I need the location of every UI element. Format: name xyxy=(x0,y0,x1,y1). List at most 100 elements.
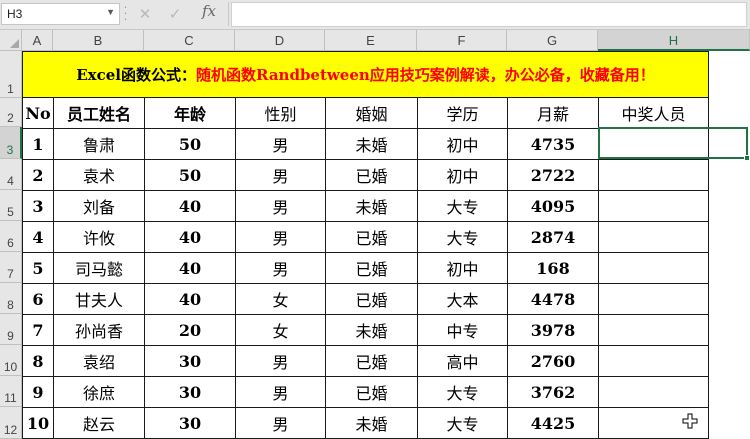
cell-marriage[interactable]: 未婚 xyxy=(325,407,418,439)
cell-salary[interactable]: 4478 xyxy=(507,283,599,315)
row-header-6[interactable]: 6 xyxy=(0,221,22,252)
cell-age[interactable]: 40 xyxy=(144,221,236,253)
cell-salary[interactable]: 4425 xyxy=(507,407,599,439)
cell-age[interactable]: 20 xyxy=(144,314,236,346)
header-education[interactable]: 学历 xyxy=(417,97,508,129)
cell-education[interactable]: 初中 xyxy=(417,159,508,191)
cell-education[interactable]: 初中 xyxy=(417,252,508,284)
chevron-down-icon[interactable]: ▼ xyxy=(106,7,115,17)
select-all-button[interactable] xyxy=(0,30,22,51)
cell-salary[interactable]: 4735 xyxy=(507,128,599,160)
cell-name[interactable]: 孙尚香 xyxy=(53,314,145,346)
cell-gender[interactable]: 男 xyxy=(235,252,326,284)
cell-gender[interactable]: 男 xyxy=(235,407,326,439)
column-header-b[interactable]: B xyxy=(53,30,144,51)
column-header-c[interactable]: C xyxy=(144,30,235,51)
cell-marriage[interactable]: 已婚 xyxy=(325,159,418,191)
cell-marriage[interactable]: 未婚 xyxy=(325,190,418,222)
cell-no[interactable]: 7 xyxy=(22,314,54,346)
cell-marriage[interactable]: 未婚 xyxy=(325,314,418,346)
cell-education[interactable]: 大专 xyxy=(417,221,508,253)
cell-education[interactable]: 大本 xyxy=(417,283,508,315)
cell-age[interactable]: 30 xyxy=(144,345,236,377)
row-header-5[interactable]: 5 xyxy=(0,190,22,221)
cell-gender[interactable]: 男 xyxy=(235,128,326,160)
cell-no[interactable]: 4 xyxy=(22,221,54,253)
cell-marriage[interactable]: 已婚 xyxy=(325,345,418,377)
column-header-h[interactable]: H xyxy=(598,30,750,51)
cell-name[interactable]: 赵云 xyxy=(53,407,145,439)
header-age[interactable]: 年龄 xyxy=(144,97,236,129)
cell-no[interactable]: 1 xyxy=(22,128,54,160)
formula-bar-resize-handle[interactable]: · · · xyxy=(121,2,130,25)
cell-no[interactable]: 6 xyxy=(22,283,54,315)
cell-winner[interactable] xyxy=(597,283,710,315)
cell-name[interactable]: 甘夫人 xyxy=(53,283,145,315)
cell-winner[interactable] xyxy=(597,314,710,346)
cell-age[interactable]: 40 xyxy=(144,190,236,222)
insert-function-icon[interactable]: fx xyxy=(196,2,222,26)
cell-marriage[interactable]: 已婚 xyxy=(325,283,418,315)
row-header-9[interactable]: 9 xyxy=(0,314,22,345)
cell-salary[interactable]: 3762 xyxy=(507,376,599,408)
cell-name[interactable]: 司马懿 xyxy=(53,252,145,284)
name-box[interactable]: H3 ▼ xyxy=(1,3,120,25)
column-header-d[interactable]: D xyxy=(235,30,325,51)
cell-marriage[interactable]: 已婚 xyxy=(325,376,418,408)
row-header-7[interactable]: 7 xyxy=(0,252,22,283)
cell-no[interactable]: 10 xyxy=(22,407,54,439)
cell-gender[interactable]: 女 xyxy=(235,314,326,346)
row-header-3[interactable]: 3 xyxy=(0,127,22,159)
cell-name[interactable]: 许攸 xyxy=(53,221,145,253)
cell-marriage[interactable]: 已婚 xyxy=(325,221,418,253)
cell-name[interactable]: 袁术 xyxy=(53,159,145,191)
cell-no[interactable]: 5 xyxy=(22,252,54,284)
cell-education[interactable]: 高中 xyxy=(417,345,508,377)
cell-name[interactable]: 徐庶 xyxy=(53,376,145,408)
cell-no[interactable]: 8 xyxy=(22,345,54,377)
cell-education[interactable]: 大专 xyxy=(417,376,508,408)
row-header-1[interactable]: 1 xyxy=(0,51,22,98)
cell-no[interactable]: 3 xyxy=(22,190,54,222)
cell-name[interactable]: 刘备 xyxy=(53,190,145,222)
column-header-f[interactable]: F xyxy=(417,30,507,51)
header-winner[interactable]: 中奖人员 xyxy=(597,97,710,129)
cell-education[interactable]: 初中 xyxy=(417,128,508,160)
row-header-10[interactable]: 10 xyxy=(0,345,22,376)
cell-winner[interactable] xyxy=(597,345,710,377)
cell-gender[interactable]: 男 xyxy=(235,221,326,253)
header-gender[interactable]: 性别 xyxy=(235,97,326,129)
column-header-g[interactable]: G xyxy=(507,30,598,51)
cell-salary[interactable]: 2722 xyxy=(507,159,599,191)
header-salary[interactable]: 月薪 xyxy=(507,97,599,129)
cell-marriage[interactable]: 未婚 xyxy=(325,128,418,160)
cell-age[interactable]: 50 xyxy=(144,128,236,160)
cancel-icon[interactable]: ✕ xyxy=(132,2,158,26)
cell-education[interactable]: 大专 xyxy=(417,407,508,439)
cell-winner[interactable] xyxy=(597,128,710,160)
cell-winner[interactable] xyxy=(597,221,710,253)
row-header-4[interactable]: 4 xyxy=(0,159,22,190)
cell-gender[interactable]: 男 xyxy=(235,345,326,377)
header-no[interactable]: No xyxy=(22,97,54,129)
cell-salary[interactable]: 2874 xyxy=(507,221,599,253)
cell-salary[interactable]: 3978 xyxy=(507,314,599,346)
cell-gender[interactable]: 女 xyxy=(235,283,326,315)
cell-education[interactable]: 大专 xyxy=(417,190,508,222)
cell-age[interactable]: 40 xyxy=(144,283,236,315)
header-marriage[interactable]: 婚姻 xyxy=(325,97,418,129)
cell-gender[interactable]: 男 xyxy=(235,190,326,222)
cell-gender[interactable]: 男 xyxy=(235,159,326,191)
column-header-a[interactable]: A xyxy=(22,30,53,51)
cell-salary[interactable]: 2760 xyxy=(507,345,599,377)
column-header-e[interactable]: E xyxy=(325,30,417,51)
cell-age[interactable]: 30 xyxy=(144,407,236,439)
cell-marriage[interactable]: 已婚 xyxy=(325,252,418,284)
title-cell[interactable]: Excel函数公式：随机函数Randbetween应用技巧案例解读，办公必备，收… xyxy=(22,51,710,98)
check-icon[interactable]: ✓ xyxy=(162,2,188,26)
cell-age[interactable]: 40 xyxy=(144,252,236,284)
row-header-11[interactable]: 11 xyxy=(0,376,22,407)
row-header-12[interactable]: 12 xyxy=(0,407,22,439)
cell-salary[interactable]: 168 xyxy=(507,252,599,284)
cell-age[interactable]: 50 xyxy=(144,159,236,191)
